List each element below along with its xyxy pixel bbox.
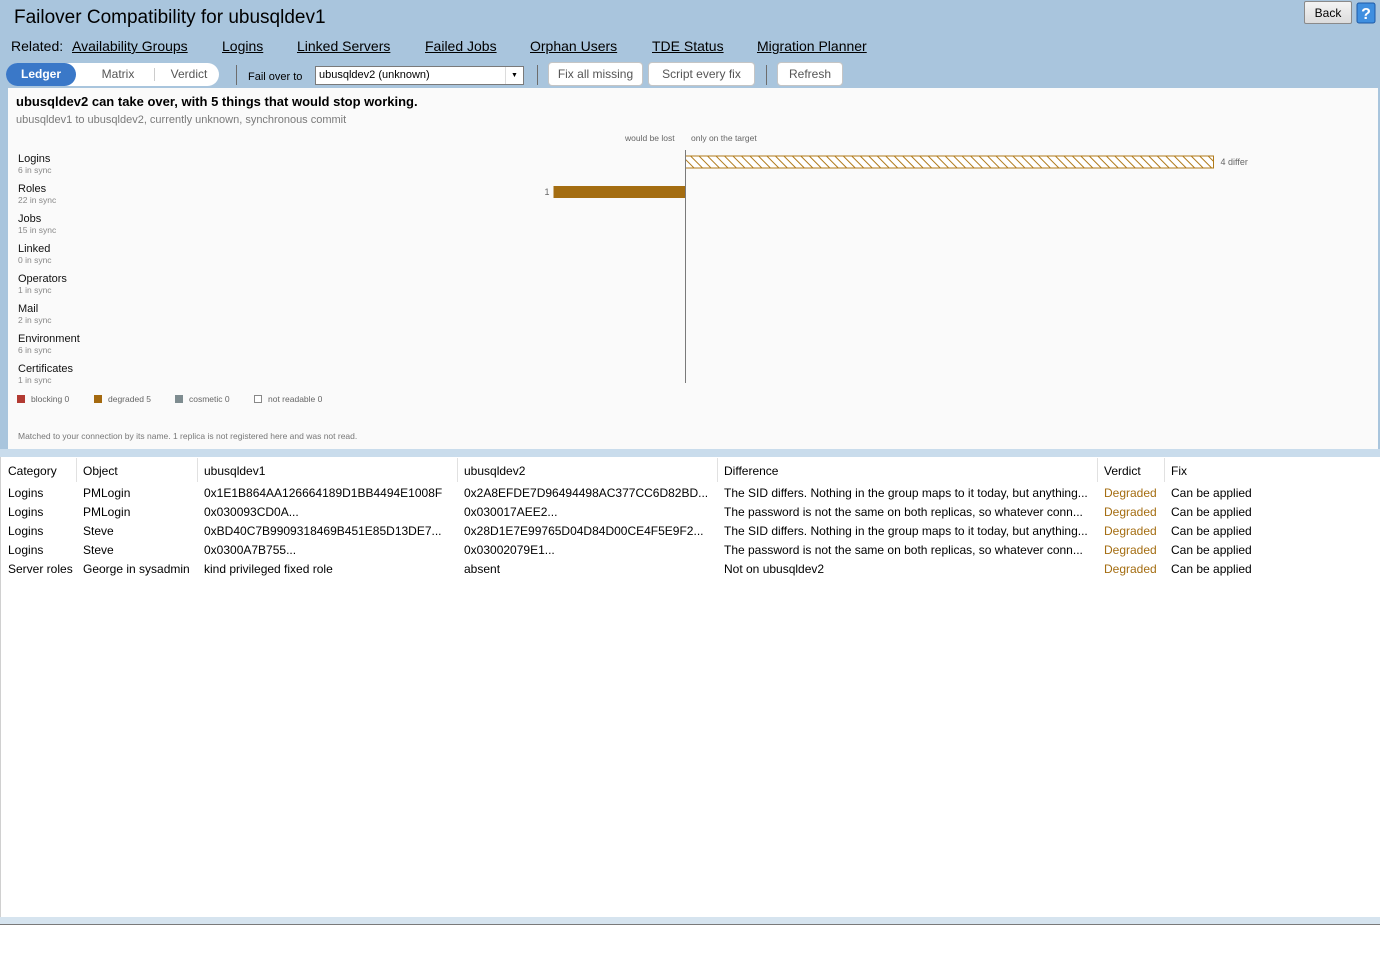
refresh-button[interactable]: Refresh [777, 62, 843, 86]
table-cell[interactable]: Can be applied [1171, 505, 1371, 519]
link-logins[interactable]: Logins [222, 38, 263, 54]
legend-swatch [17, 395, 25, 403]
tab-ledger[interactable]: Ledger [6, 63, 76, 86]
chevron-down-icon[interactable]: ▼ [505, 67, 523, 84]
legend-item: degraded 5 [94, 394, 151, 404]
axis-right-label: only on the target [691, 133, 757, 143]
legend-swatch [94, 395, 102, 403]
column-header[interactable]: Object [83, 464, 118, 478]
splitter[interactable] [0, 449, 1380, 457]
toolbar-divider [766, 65, 767, 85]
legend-item: cosmetic 0 [175, 394, 230, 404]
tab-matrix[interactable]: Matrix [82, 63, 154, 86]
link-orphan-users[interactable]: Orphan Users [530, 38, 617, 54]
column-divider[interactable] [76, 458, 77, 482]
legend-item: not readable 0 [254, 394, 322, 404]
legend-swatch [175, 395, 183, 403]
table-cell[interactable]: Can be applied [1171, 486, 1371, 500]
table-cell[interactable]: Degraded [1104, 543, 1168, 557]
column-divider[interactable] [1164, 458, 1165, 482]
table-cell[interactable]: Logins [8, 524, 80, 538]
table-cell[interactable]: 0x030017AEE2... [464, 505, 716, 519]
table-cell[interactable]: Steve [83, 524, 201, 538]
tab-verdict[interactable]: Verdict [154, 63, 224, 86]
failover-label: Fail over to [248, 71, 303, 83]
legend-item: blocking 0 [17, 394, 69, 404]
related-label: Related: [11, 38, 64, 54]
column-header[interactable]: ubusqldev1 [204, 464, 265, 478]
legend-label: cosmetic 0 [189, 394, 230, 404]
legend-swatch [254, 395, 262, 403]
link-availability-groups[interactable]: Availability Groups [72, 38, 188, 54]
failover-target-value: ubusqldev2 (unknown) [319, 69, 430, 81]
summary-headline: ubusqldev2 can take over, with 5 things … [16, 94, 418, 109]
table-cell[interactable]: Degraded [1104, 524, 1168, 538]
link-tde-status[interactable]: TDE Status [652, 38, 724, 54]
table-cell[interactable]: Can be applied [1171, 524, 1371, 538]
table-cell[interactable]: George in sysadmin [83, 562, 201, 576]
table-cell[interactable]: Logins [8, 486, 80, 500]
table-cell[interactable]: Steve [83, 543, 201, 557]
bar-would-be-lost [553, 186, 686, 198]
column-divider[interactable] [457, 458, 458, 482]
table-cell[interactable]: Server roles [8, 562, 80, 576]
table-cell[interactable]: Degraded [1104, 486, 1168, 500]
table-cell[interactable]: kind privileged fixed role [204, 562, 458, 576]
column-divider[interactable] [197, 458, 198, 482]
table-cell[interactable]: 0xBD40C7B9909318469B451E85D13DE7... [204, 524, 458, 538]
table-cell[interactable]: PMLogin [83, 505, 201, 519]
table-cell[interactable]: 0x030093CD0A... [204, 505, 458, 519]
script-every-fix-button[interactable]: Script every fix [648, 62, 755, 86]
table-cell[interactable]: Can be applied [1171, 562, 1371, 576]
diverging-bar-chart: 4 differ 1 [544, 150, 1248, 383]
view-switcher: Ledger Matrix Verdict [6, 63, 219, 86]
failover-target-select[interactable]: ubusqldev2 (unknown) ▼ [315, 66, 524, 85]
link-linked-servers[interactable]: Linked Servers [297, 38, 390, 54]
table-cell[interactable]: 0x03002079E1... [464, 543, 716, 557]
bar-target-only [685, 155, 1214, 169]
table-cell[interactable]: Logins [8, 505, 80, 519]
table-cell[interactable]: 0x2A8EFDE7D96494498AC377CC6D82BD... [464, 486, 716, 500]
legend-label: not readable 0 [268, 394, 323, 404]
table-cell[interactable]: 0x28D1E7E99765D04D84D00CE4F5E9F2... [464, 524, 716, 538]
column-header[interactable]: ubusqldev2 [464, 464, 525, 478]
table-cell[interactable]: Logins [8, 543, 80, 557]
column-header[interactable]: Category [8, 464, 57, 478]
table-cell[interactable]: PMLogin [83, 486, 201, 500]
table-cell[interactable]: Degraded [1104, 562, 1168, 576]
axis-left-label: would be lost [625, 133, 675, 143]
table-cell[interactable]: Not on ubusqldev2 [724, 562, 1096, 576]
table-cell[interactable]: Degraded [1104, 505, 1168, 519]
status-band [0, 917, 1380, 924]
legend-label: degraded 5 [108, 394, 152, 404]
column-header[interactable]: Fix [1171, 464, 1187, 478]
back-button[interactable]: Back [1304, 1, 1352, 24]
column-header[interactable]: Difference [724, 464, 778, 478]
help-icon[interactable]: ? [1355, 1, 1377, 25]
table-cell[interactable]: The password is not the same on both rep… [724, 543, 1096, 557]
table-cell[interactable]: 0x1E1B864AA126664189D1BB4494E1008F [204, 486, 458, 500]
column-header[interactable]: Verdict [1104, 464, 1141, 478]
svg-text:?: ? [1361, 6, 1371, 23]
column-divider[interactable] [717, 458, 718, 482]
table-cell[interactable]: The SID differs. Nothing in the group ma… [724, 486, 1096, 500]
link-failed-jobs[interactable]: Failed Jobs [425, 38, 497, 54]
bottom-border [0, 924, 1380, 925]
bar-label: 1 [544, 187, 549, 197]
bar-label: 4 differ [1221, 157, 1248, 167]
window-title: Failover Compatibility for ubusqldev1 [14, 7, 326, 28]
toolbar-divider [236, 65, 237, 85]
toolbar-divider [537, 65, 538, 85]
table-cell[interactable]: The SID differs. Nothing in the group ma… [724, 524, 1096, 538]
link-migration-planner[interactable]: Migration Planner [757, 38, 867, 54]
column-divider[interactable] [1097, 458, 1098, 482]
legend-label: blocking 0 [31, 394, 70, 404]
table-cell[interactable]: 0x0300A7B755... [204, 543, 458, 557]
fix-all-missing-button[interactable]: Fix all missing [548, 62, 643, 86]
summary-subline: ubusqldev1 to ubusqldev2, currently unkn… [16, 114, 347, 126]
table-cell[interactable]: Can be applied [1171, 543, 1371, 557]
table-cell[interactable]: The password is not the same on both rep… [724, 505, 1096, 519]
summary-footnote: Matched to your connection by its name. … [18, 431, 358, 441]
table-cell[interactable]: absent [464, 562, 716, 576]
